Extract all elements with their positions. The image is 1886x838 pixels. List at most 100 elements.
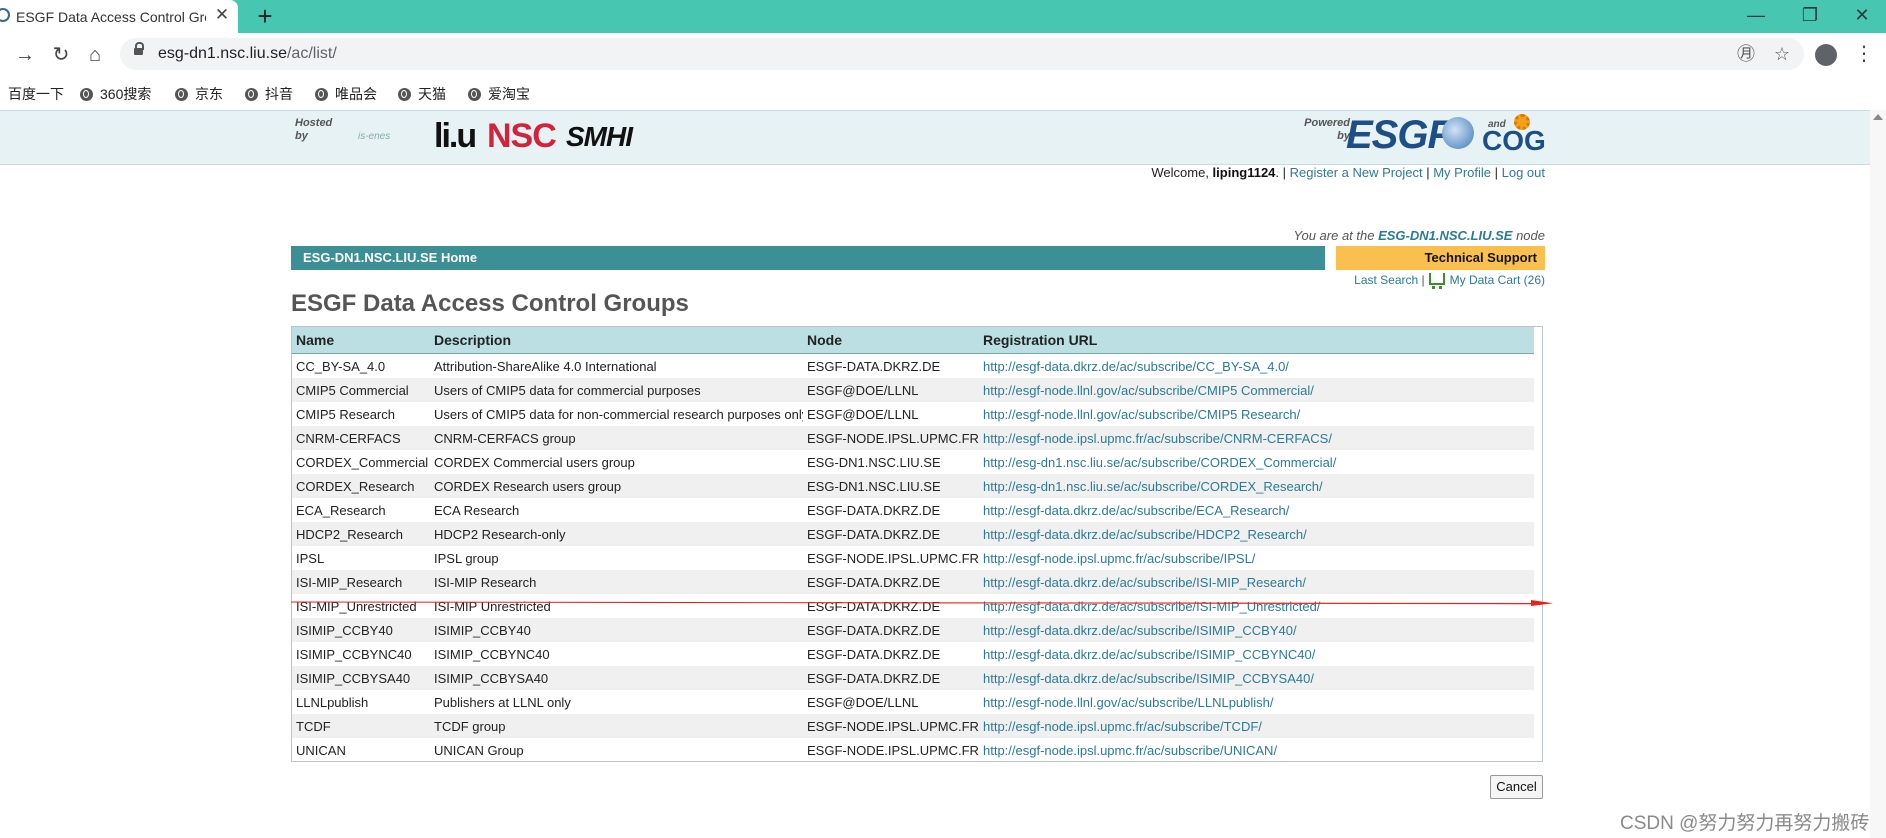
browser-menu-icon[interactable]: ⋮ [1854,41,1874,66]
cancel-button[interactable]: Cancel [1490,775,1543,799]
globe-icon [315,88,328,101]
separator: | [1279,165,1290,180]
translate-icon[interactable]: ㊊ [1734,42,1758,66]
cell-registration-url[interactable]: http://esgf-node.llnl.gov/ac/subscribe/L… [979,690,1534,714]
cell-node: ESG-DN1.NSC.LIU.SE [803,474,979,498]
bookmark-item[interactable]: 唯品会 [315,84,377,102]
cell-description: ISI-MIP Unrestricted [434,598,551,614]
table-header-row: Name Description Node Registration URL [292,327,1534,354]
bookmarks-bar: 百度一下 360搜索 京东 抖音 唯品会 天猫 爱淘宝 [0,76,1886,110]
cell-description: Attribution-ShareAlike 4.0 International [434,358,657,374]
table-row: CORDEX_Commercial CORDEX Commercial users… [292,450,1534,474]
window-restore-button[interactable]: ❐ [1788,2,1832,28]
table-row: IPSL IPSL group ESGF-NODE.IPSL.UPMC.FR http… [292,546,1534,570]
cell-name: CORDEX_Research [292,474,430,498]
cell-node: ESGF-DATA.DKRZ.DE [807,646,941,662]
tab-close-icon[interactable]: ✕ [212,5,232,25]
home-icon[interactable]: ⌂ [81,41,109,69]
cell-node: ESGF-NODE.IPSL.UPMC.FR [803,426,979,450]
table-row: ISIMIP_CCBYNC40 ISIMIP_CCBYNC40 ESGF-DATA.… [292,642,1534,666]
cell-registration-url[interactable]: http://esgf-data.dkrz.de/ac/subscribe/EC… [979,498,1534,522]
cell-registration-url[interactable]: http://esgf-node.ipsl.upmc.fr/ac/subscri… [979,426,1534,450]
cell-name: HDCP2_Research [292,522,430,546]
bookmark-item[interactable]: 百度一下 [8,84,64,102]
technical-support-link[interactable]: Technical Support [1425,250,1537,265]
bookmark-item[interactable]: 抖音 [245,84,293,102]
cell-registration-url[interactable]: http://esgf-data.dkrz.de/ac/subscribe/CC… [979,354,1534,379]
reload-icon[interactable]: ↻ [47,41,75,69]
register-project-link[interactable]: Register a New Project [1290,165,1423,180]
cell-node: ESGF-DATA.DKRZ.DE [803,522,979,546]
cell-description: ECA Research [434,502,520,518]
table-row: TCDF TCDF group ESGF-NODE.IPSL.UPMC.FR http… [292,714,1534,738]
cell-description: Users of CMIP5 data for non-commercial r… [434,406,803,422]
cell-name: ISIMIP_CCBY40 [292,618,430,642]
lock-icon[interactable] [134,42,144,55]
cell-registration-url[interactable]: http://esgf-data.dkrz.de/ac/subscribe/IS… [979,594,1534,618]
cell-description: CORDEX Commercial users group [434,454,635,470]
bookmark-star-icon[interactable]: ☆ [1770,42,1794,66]
globe-icon [398,88,411,101]
profile-avatar-icon[interactable] [1815,44,1837,66]
address-url[interactable]: esg-dn1.nsc.liu.se/ac/list/ [158,45,337,63]
technical-support-bar[interactable]: Technical Support [1336,246,1545,270]
cell-description: CORDEX Research users group [430,474,803,498]
bookmark-item[interactable]: 爱淘宝 [468,84,530,102]
vertical-scrollbar[interactable] [1870,110,1886,838]
browser-tab-active[interactable]: ESGF Data Access Control Gro ✕ [0,0,238,33]
table-row: LLNLpublish Publishers at LLNL only ESGF@D… [292,690,1534,714]
cell-registration-url[interactable]: http://esgf-node.ipsl.upmc.fr/ac/subscri… [979,714,1534,738]
cell-name: ISI-MIP_Unrestricted [296,598,417,614]
bookmark-item[interactable]: 京东 [175,84,223,102]
cell-registration-url[interactable]: http://esgf-node.llnl.gov/ac/subscribe/C… [979,378,1534,402]
cell-registration-url[interactable]: http://esgf-node.llnl.gov/ac/subscribe/C… [979,402,1534,426]
globe-icon [245,88,258,101]
cell-description: Publishers at LLNL only [434,694,571,710]
cell-node: ESGF-DATA.DKRZ.DE [803,570,979,594]
node-name: ESG-DN1.NSC.LIU.SE [1378,228,1513,243]
my-profile-link[interactable]: My Profile [1433,165,1491,180]
cell-node: ESGF-DATA.DKRZ.DE [807,598,941,614]
cell-registration-url[interactable]: http://esg-dn1.nsc.liu.se/ac/subscribe/C… [979,450,1534,474]
cell-registration-url[interactable]: http://esgf-data.dkrz.de/ac/subscribe/IS… [979,642,1534,666]
cell-registration-url[interactable]: http://esgf-data.dkrz.de/ac/subscribe/IS… [979,570,1534,594]
window-close-button[interactable]: ✕ [1840,2,1884,28]
scroll-up-arrow-icon[interactable] [1873,114,1883,120]
smhi-logo: SMHI [566,121,633,152]
table-row: ISI-MIP_Unrestricted ISI-MIP Unrestricted… [292,594,1534,618]
esgf-logo: ESGF [1346,113,1452,157]
globe-icon [175,88,188,101]
globe-icon [80,88,93,101]
page-title: ESGF Data Access Control Groups [291,290,689,317]
last-search-link[interactable]: Last Search [1354,273,1418,287]
cell-registration-url[interactable]: http://esg-dn1.nsc.liu.se/ac/subscribe/C… [979,474,1534,498]
csdn-watermark: CSDN @努力努力再努力搬砖 [1620,813,1870,834]
new-tab-button[interactable]: + [252,3,278,29]
tab-title: ESGF Data Access Control Gro [16,9,206,25]
separator: | [1422,165,1434,180]
shopping-cart-icon[interactable] [1428,273,1445,289]
data-cart-link[interactable]: My Data Cart (26) [1450,273,1545,287]
home-nav-bar[interactable]: ESG-DN1.NSC.LIU.SE Home [291,246,1325,270]
separator: | [1418,273,1425,287]
bookmark-label: 天猫 [418,86,446,102]
address-bar[interactable]: esg-dn1.nsc.liu.se/ac/list/ ㊊ ☆ [120,38,1804,70]
bookmark-item[interactable]: 天猫 [398,84,446,102]
separator: | [1491,165,1502,180]
column-header-name: Name [292,327,430,354]
window-minimize-button[interactable]: — [1734,2,1778,28]
cell-registration-url[interactable]: http://esgf-node.ipsl.upmc.fr/ac/subscri… [979,546,1534,570]
cell-registration-url[interactable]: http://esgf-node.ipsl.upmc.fr/ac/subscri… [979,738,1534,762]
cell-registration-url[interactable]: http://esgf-data.dkrz.de/ac/subscribe/HD… [979,522,1534,546]
cell-node: ESGF@DOE/LLNL [807,406,919,422]
column-header-registration-url: Registration URL [979,327,1534,354]
cell-node: ESGF-DATA.DKRZ.DE [803,666,979,690]
back-arrow-icon[interactable]: → [11,41,39,69]
cell-description: TCDF group [430,714,803,738]
bookmark-item[interactable]: 360搜索 [80,84,151,102]
home-link[interactable]: ESG-DN1.NSC.LIU.SE Home [303,250,477,265]
logout-link[interactable]: Log out [1502,165,1545,180]
tab-favicon-icon [0,8,10,22]
cell-registration-url[interactable]: http://esgf-data.dkrz.de/ac/subscribe/IS… [979,666,1534,690]
cell-registration-url[interactable]: http://esgf-data.dkrz.de/ac/subscribe/IS… [979,618,1534,642]
